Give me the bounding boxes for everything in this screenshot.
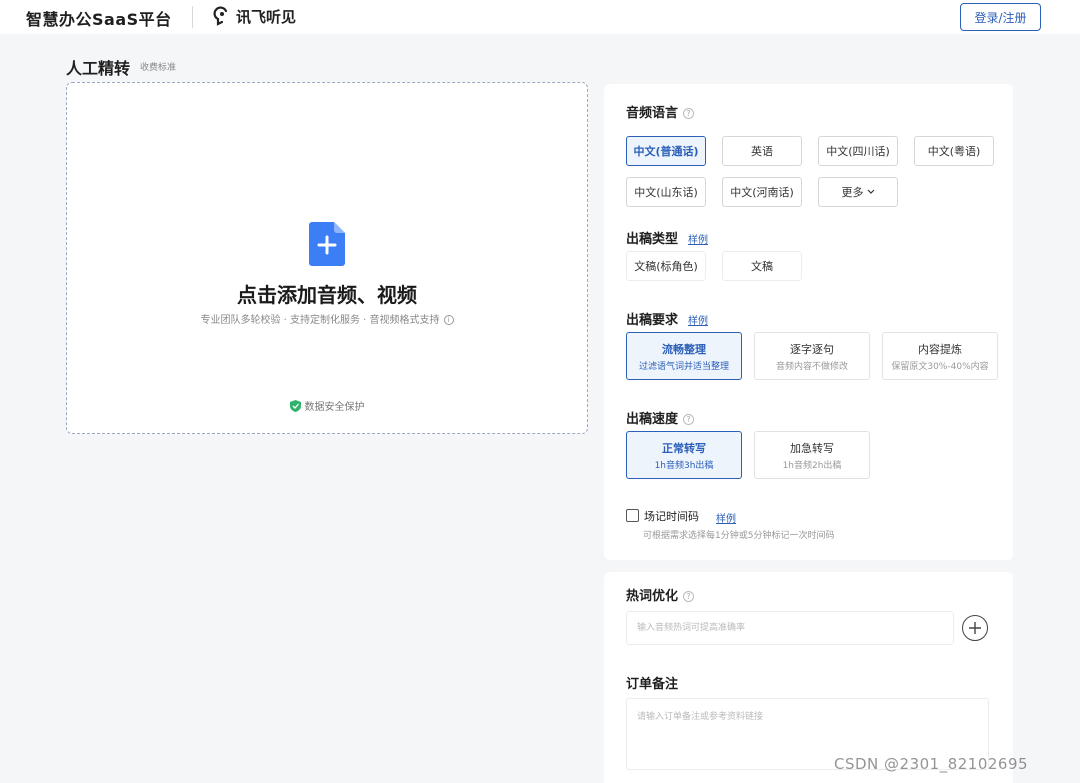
speed-urgent[interactable]: 加急转写 1h音频2h出稿	[754, 431, 870, 479]
requirement-summary-sub: 保留原文30%-40%内容	[891, 361, 989, 372]
partner-logo-group[interactable]: 讯飞听见	[212, 5, 296, 27]
speed-normal[interactable]: 正常转写 1h音频3h出稿	[626, 431, 742, 479]
price-standard-link[interactable]: 收费标准	[140, 60, 176, 73]
top-header: 智慧办公SaaS平台 讯飞听见 登录/注册	[0, 0, 1080, 34]
speed-normal-title: 正常转写	[662, 441, 706, 455]
upload-title: 点击添加音频、视频	[237, 283, 417, 307]
upload-desc-text: 专业团队多轮校验 · 支持定制化服务 · 音视频格式支持	[200, 315, 440, 326]
help-icon[interactable]: ?	[683, 414, 695, 425]
ear-logo-icon	[213, 6, 228, 26]
lang-more-label: 更多	[841, 186, 864, 199]
speed-normal-sub: 1h音频3h出稿	[654, 460, 714, 471]
lang-more-dropdown[interactable]: 更多	[818, 177, 898, 207]
lang-option-english[interactable]: 英语	[722, 136, 802, 166]
requirement-verbatim-sub: 音频内容不做修改	[775, 361, 848, 372]
hotwords-label: 热词优化	[626, 589, 679, 604]
plus-icon	[969, 622, 981, 634]
header-divider	[192, 6, 193, 28]
hotwords-input[interactable]	[626, 611, 954, 645]
csdn-watermark: CSDN @2301_82102695	[834, 755, 1029, 773]
requirement-summary-title: 内容提炼	[918, 342, 962, 356]
timecode-sample-link[interactable]: 样例	[716, 510, 736, 525]
draft-speed-title: 出稿速度?	[626, 408, 695, 427]
requirement-verbatim-title: 逐字逐句	[790, 342, 834, 356]
draft-type-with-roles[interactable]: 文稿(标角色)	[626, 251, 706, 281]
audio-language-label: 音频语言	[626, 106, 679, 121]
add-file-icon	[309, 222, 345, 266]
security-text: 数据安全保护	[304, 402, 365, 413]
timecode-label[interactable]: 场记时间码	[644, 508, 699, 524]
upload-description: 专业团队多轮校验 · 支持定制化服务 · 音视频格式支持 i	[67, 311, 587, 326]
draft-requirement-sample-link[interactable]: 样例	[688, 312, 708, 327]
order-note-title: 订单备注	[626, 677, 679, 692]
add-hotword-button[interactable]	[962, 615, 988, 641]
timecode-description: 可根据需求选择每1分钟或5分钟标记一次时间码	[643, 531, 835, 541]
upload-dropzone[interactable]: 点击添加音频、视频 专业团队多轮校验 · 支持定制化服务 · 音视频格式支持 i …	[66, 82, 588, 434]
page-title: 人工精转	[66, 59, 131, 78]
hotwords-title: 热词优化?	[626, 585, 695, 604]
lang-option-shandong[interactable]: 中文(山东话)	[626, 177, 706, 207]
draft-type-plain[interactable]: 文稿	[722, 251, 802, 281]
draft-type-sample-link[interactable]: 样例	[688, 231, 708, 246]
login-register-button[interactable]: 登录/注册	[960, 3, 1041, 31]
speed-urgent-title: 加急转写	[790, 441, 834, 455]
speed-urgent-sub: 1h音频2h出稿	[782, 460, 842, 471]
lang-option-sichuan[interactable]: 中文(四川话)	[818, 136, 898, 166]
requirement-verbatim[interactable]: 逐字逐句 音频内容不做修改	[754, 332, 870, 380]
partner-name: 讯飞听见	[236, 7, 297, 26]
requirement-summary[interactable]: 内容提炼 保留原文30%-40%内容	[882, 332, 998, 380]
shield-icon	[289, 399, 301, 412]
chevron-down-icon	[867, 189, 874, 194]
draft-requirement-title: 出稿要求	[626, 313, 679, 328]
draft-speed-label: 出稿速度	[626, 412, 679, 427]
requirement-fluent[interactable]: 流畅整理 过滤语气词并适当整理	[626, 332, 742, 380]
help-icon[interactable]: ?	[683, 108, 695, 119]
audio-language-title: 音频语言?	[626, 102, 695, 121]
requirement-fluent-title: 流畅整理	[662, 342, 706, 356]
lang-option-henan[interactable]: 中文(河南话)	[722, 177, 802, 207]
platform-brand: 智慧办公SaaS平台	[26, 10, 172, 29]
timecode-checkbox[interactable]	[626, 509, 639, 522]
lang-option-cantonese[interactable]: 中文(粤语)	[914, 136, 994, 166]
draft-type-title: 出稿类型	[626, 232, 679, 247]
info-icon[interactable]: i	[443, 315, 454, 325]
help-icon[interactable]: ?	[683, 591, 695, 602]
data-security-note: 数据安全保护	[67, 398, 587, 413]
lang-option-mandarin[interactable]: 中文(普通话)	[626, 136, 706, 166]
requirement-fluent-sub: 过滤语气词并适当整理	[638, 361, 729, 372]
